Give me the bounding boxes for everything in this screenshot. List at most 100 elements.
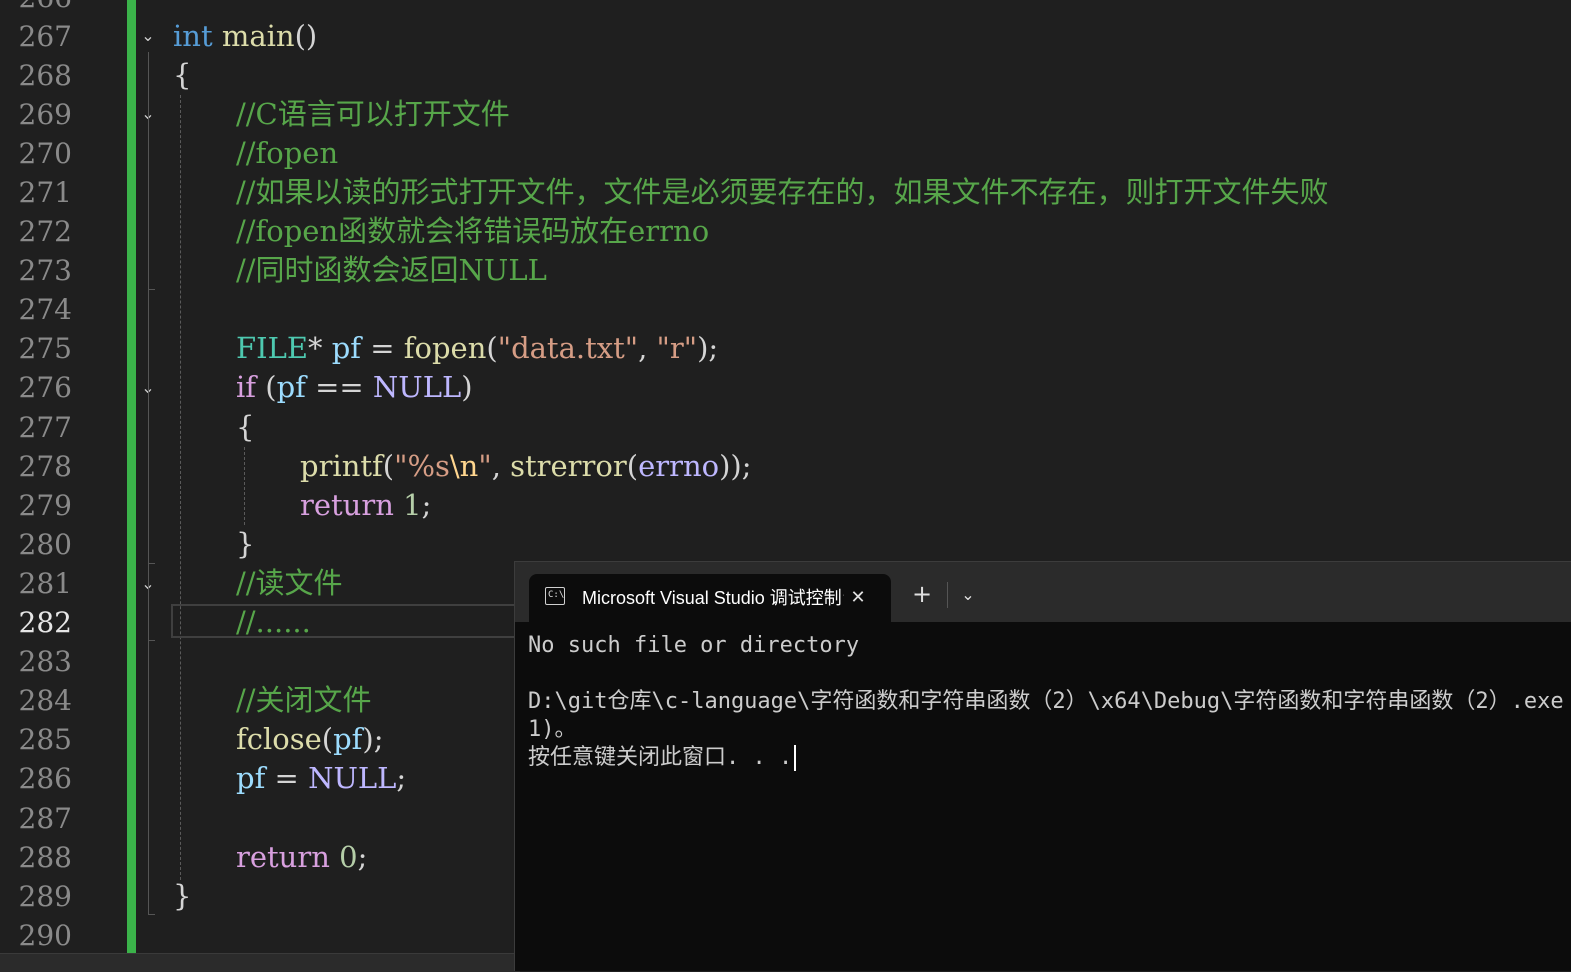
punctuation: (	[321, 722, 334, 756]
indent-guide	[244, 447, 245, 525]
comment: //如果以读的形式打开文件，文件是必须要存在的，如果文件不存在，则打开文件失败	[236, 175, 1329, 209]
punctuation: ));	[719, 449, 752, 483]
new-tab-button[interactable]: +	[908, 580, 936, 608]
code-line-284[interactable]: //关闭文件	[236, 681, 372, 720]
string-literal: "data.txt"	[497, 331, 639, 365]
terminal-line: 按任意键关闭此窗口. . .	[528, 745, 793, 770]
code-line-269[interactable]: //C语言可以打开文件	[236, 95, 510, 134]
punctuation: ;	[421, 488, 432, 522]
code-line-281[interactable]: //读文件	[236, 564, 343, 603]
operator: *	[308, 331, 323, 365]
line-number: 286	[18, 762, 72, 795]
function-name: fclose	[236, 722, 322, 756]
close-icon[interactable]: ✕	[845, 585, 871, 611]
number-literal: 1	[403, 488, 422, 522]
function-name: printf	[300, 449, 383, 483]
code-line-288[interactable]: return 0;	[236, 838, 367, 877]
code-line-268[interactable]: {	[173, 56, 191, 95]
function-name: main	[221, 19, 295, 53]
chevron-down-icon[interactable]: ⌄	[955, 582, 981, 608]
punctuation: )	[461, 370, 473, 404]
code-line-289[interactable]: }	[173, 877, 191, 916]
function-name: fopen	[403, 331, 487, 365]
fold-chevron-icon[interactable]: ⌄	[140, 28, 156, 44]
line-number: 276	[18, 371, 72, 404]
horizontal-scrollbar[interactable]	[0, 953, 520, 972]
punctuation: );	[362, 722, 384, 756]
line-number: 270	[18, 137, 72, 170]
punctuation: ,	[638, 331, 648, 365]
comment: //读文件	[236, 566, 343, 600]
string-literal: "	[478, 449, 492, 483]
terminal-line: 1)。	[528, 717, 577, 742]
line-number: 280	[18, 528, 72, 561]
punctuation: ;	[357, 840, 368, 874]
text-cursor	[794, 745, 797, 771]
fold-region-end	[148, 563, 155, 564]
code-line-280[interactable]: }	[236, 525, 254, 564]
terminal-output[interactable]: No such file or directory D:\git仓库\c-lan…	[528, 632, 1568, 772]
string-literal: "%s	[394, 449, 450, 483]
terminal-titlebar[interactable]: C:\ Microsoft Visual Studio 调试控制台 ✕ + ⌄	[515, 562, 1571, 622]
current-line-highlight	[171, 604, 531, 638]
escape-sequence: \n	[449, 449, 479, 483]
titlebar-divider	[947, 582, 948, 608]
fold-region-end	[148, 640, 155, 641]
code-line-271[interactable]: //如果以读的形式打开文件，文件是必须要存在的，如果文件不存在，则打开文件失败	[236, 173, 1329, 212]
brace: {	[173, 58, 192, 92]
punctuation: ()	[294, 19, 318, 53]
brace: }	[236, 527, 255, 561]
fold-region-end	[148, 914, 155, 915]
terminal-tab-title: Microsoft Visual Studio 调试控制台	[582, 588, 844, 608]
macro: errno	[638, 449, 720, 483]
comment: //fopen	[236, 136, 339, 170]
number-literal: 0	[339, 840, 358, 874]
terminal-line: No such file or directory	[528, 633, 860, 658]
code-line-273[interactable]: //同时函数会返回NULL	[236, 251, 547, 290]
punctuation: (	[265, 370, 277, 404]
comment: //关闭文件	[236, 683, 372, 717]
punctuation: ;	[396, 761, 407, 795]
comment: //fopen函数就会将错误码放在errno	[236, 214, 710, 248]
terminal-tab[interactable]: C:\ Microsoft Visual Studio 调试控制台 ✕	[529, 574, 891, 622]
line-number: 287	[18, 802, 72, 835]
line-number: 269	[18, 98, 72, 131]
code-line-286[interactable]: pf = NULL;	[236, 759, 406, 798]
punctuation: (	[486, 331, 498, 365]
keyword: return	[236, 840, 330, 874]
punctuation: ,	[491, 449, 501, 483]
code-line-275[interactable]: FILE* pf = fopen("data.txt", "r");	[236, 329, 718, 368]
keyword: return	[300, 488, 394, 522]
code-line-267[interactable]: int main()	[173, 17, 317, 56]
code-line-270[interactable]: //fopen	[236, 134, 338, 173]
terminal-line: D:\git仓库\c-language\字符函数和字符串函数（2）\x64\De…	[528, 689, 1564, 714]
line-number: 271	[18, 176, 72, 209]
code-line-279[interactable]: return 1;	[300, 486, 431, 525]
brace: }	[173, 879, 192, 913]
code-line-276[interactable]: if (pf == NULL)	[236, 368, 473, 407]
indent-guide	[180, 95, 181, 880]
line-number: 268	[18, 59, 72, 92]
fold-region-end	[148, 289, 155, 290]
code-line-282[interactable]: //......	[236, 603, 311, 642]
line-number: 273	[18, 254, 72, 287]
console-icon: C:\	[545, 587, 565, 605]
keyword: if	[236, 370, 257, 404]
line-number: 278	[18, 450, 72, 483]
debug-console-window[interactable]: C:\ Microsoft Visual Studio 调试控制台 ✕ + ⌄ …	[514, 561, 1571, 971]
operator: ==	[315, 370, 364, 404]
code-line-272[interactable]: //fopen函数就会将错误码放在errno	[236, 212, 709, 251]
comment: //......	[236, 605, 311, 639]
variable: pf	[236, 761, 266, 795]
fold-region-line	[148, 52, 149, 914]
code-line-277[interactable]: {	[236, 408, 254, 447]
string-literal: "r"	[656, 331, 698, 365]
variable: pf	[276, 370, 306, 404]
change-tracking-bar	[127, 0, 136, 953]
code-line-278[interactable]: printf("%s\n", strerror(errno));	[300, 447, 752, 486]
line-number: 288	[18, 841, 72, 874]
line-number: 275	[18, 332, 72, 365]
function-name: strerror	[510, 449, 627, 483]
code-line-285[interactable]: fclose(pf);	[236, 720, 384, 759]
variable: pf	[333, 722, 363, 756]
